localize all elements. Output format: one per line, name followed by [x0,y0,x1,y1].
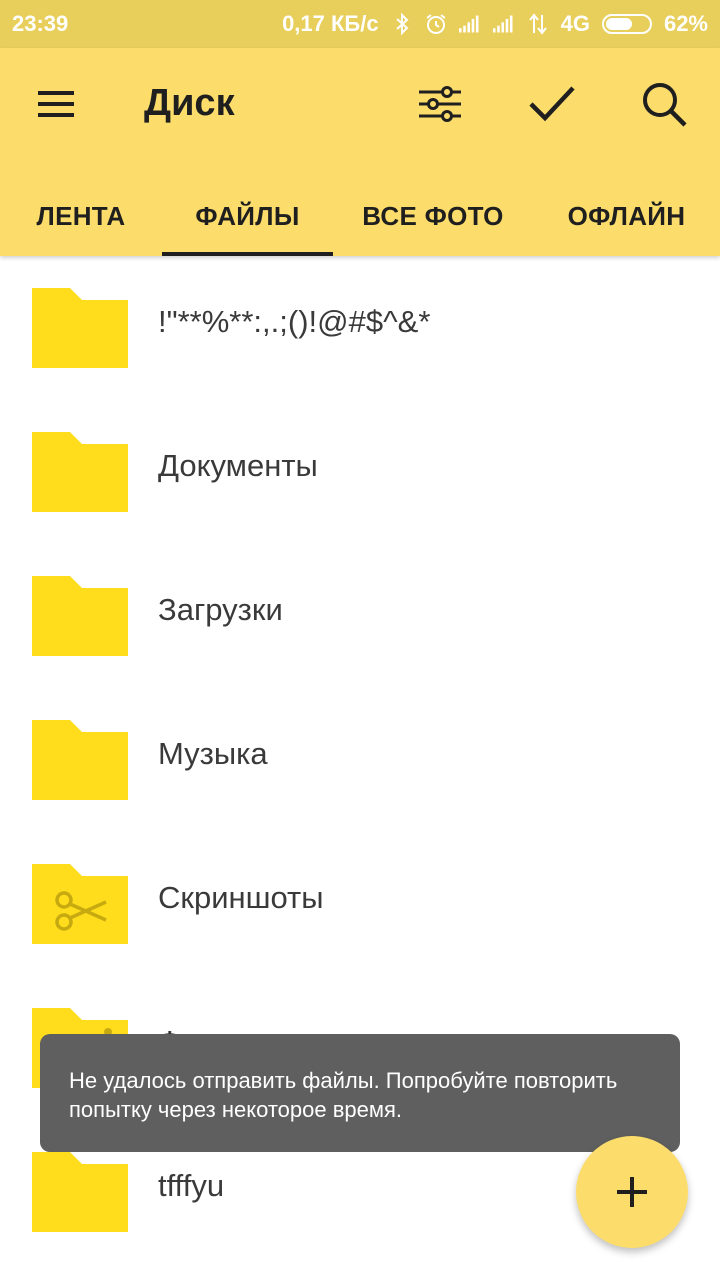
add-button[interactable] [576,1136,688,1248]
list-item[interactable]: Скриншоты [0,832,720,976]
error-snackbar: Не удалось отправить файлы. Попробуйте п… [40,1034,680,1152]
folder-icon [32,288,128,368]
alarm-icon [425,13,447,35]
filter-button[interactable] [412,76,468,132]
tab-feed[interactable]: ЛЕНТА [0,176,162,256]
battery-fill [605,18,632,30]
tab-all-photos[interactable]: ВСЕ ФОТО [333,176,533,256]
select-button[interactable] [524,76,580,132]
battery-percent: 62% [663,11,708,36]
folder-name: !"**%**:,.;()!@#$^&* [158,304,431,339]
folder-name: Скриншоты [158,880,324,915]
folder-scissors-icon [32,864,128,944]
bluetooth-icon [391,13,413,35]
search-button[interactable] [636,76,692,132]
network-speed: 0,17 КБ/с [282,11,379,36]
signal-icon [492,13,515,35]
folder-name: Музыка [158,736,268,771]
data-arrows-icon [527,13,549,35]
folder-name: tfffyu [158,1168,225,1203]
app-bar: Диск ЛЕНТА ФАЙЛЫ ВСЕ ФОТО ОФЛАЙН [0,48,720,256]
list-item[interactable]: !"**%**:,.;()!@#$^&* [0,256,720,400]
folder-icon [32,720,128,800]
folder-name: Загрузки [158,592,283,627]
page-title: Диск [144,82,235,124]
list-item[interactable]: Документы [0,400,720,544]
signal-icon [458,13,481,35]
network-type: 4G [560,11,590,36]
battery-icon [601,14,652,34]
status-bar: 23:39 0,17 КБ/с 4G 62% [0,0,720,48]
tab-bar: ЛЕНТА ФАЙЛЫ ВСЕ ФОТО ОФЛАЙН [0,176,720,256]
status-time: 23:39 [12,11,69,36]
menu-button[interactable] [30,78,82,130]
search-icon [643,83,687,127]
tab-offline-label: ОФЛАЙН [567,200,686,231]
tab-feed-label: ЛЕНТА [36,200,126,231]
tab-offline[interactable]: ОФЛАЙН [533,176,720,256]
filter-icon [419,86,461,122]
status-icons: 0,17 КБ/с 4G 62% [282,11,708,37]
toolbar: Диск [0,48,720,162]
tab-all-photos-label: ВСЕ ФОТО [362,200,504,231]
plus-icon [617,1177,647,1207]
folder-icon [32,1152,128,1232]
checkmark-icon [529,86,575,122]
list-item[interactable]: Музыка [0,688,720,832]
tab-files-label: ФАЙЛЫ [195,200,300,231]
tab-files[interactable]: ФАЙЛЫ [162,176,333,256]
folder-icon [32,432,128,512]
folder-name: Документы [158,448,318,483]
menu-icon [38,91,74,117]
folder-icon [32,576,128,656]
snackbar-message: Не удалось отправить файлы. Попробуйте п… [69,1068,618,1122]
list-item[interactable]: Загрузки [0,544,720,688]
